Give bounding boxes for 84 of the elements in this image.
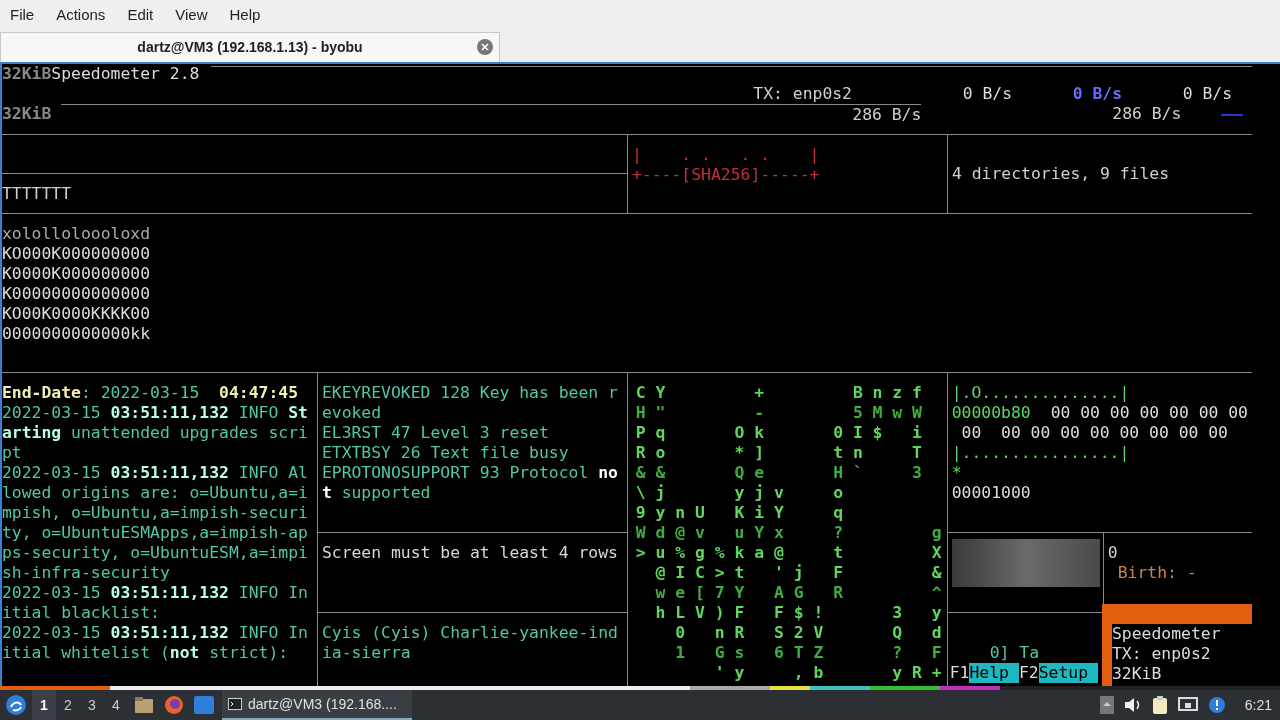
start-menu-icon[interactable] [4, 693, 28, 717]
rate-reading: 0 B/s [1181, 84, 1232, 104]
phonetic-spelling-text: Cyis (Cyis) Charlie-yankee-india-sierra [321, 623, 618, 662]
clipboard-icon[interactable] [1151, 695, 1168, 715]
current-rate: 286 B/s [1112, 104, 1182, 124]
tree-output-text: TTTTTTT [2, 184, 72, 203]
graph-scale-label: 32KiB [2, 64, 52, 84]
error-message: Screen must be at least 4 rows [321, 543, 618, 562]
menu-item[interactable]: Edit [127, 3, 154, 27]
menu-item[interactable]: File [10, 3, 35, 27]
ascii-art-line: xololloloooloxd [2, 224, 152, 244]
popup-line: 32KiB [1112, 664, 1163, 684]
function-key-action[interactable]: Help [969, 663, 1019, 683]
hexdump-bytes: 00 00 00 00 00 00 00 00 00 [960, 423, 1229, 443]
matrix-rain-row-text: 9 y n U K i Y q [635, 503, 844, 523]
menu-item[interactable]: View [175, 3, 208, 27]
matrix-rain-row-text: h L V ) F F $ ! 3 y [654, 603, 943, 623]
matrix-rain-row-text: @ I C > t ' j F & [654, 563, 943, 583]
popup-line: TX: enp0s2 [1112, 644, 1212, 664]
matrix-rain-row-text: & & Q e H ` 3 [635, 463, 923, 483]
errno-entry: ETXTBSY 26 Text file busy [321, 443, 570, 463]
hexdump-repeat-mark: * [951, 463, 963, 483]
rate-reading: 0 B/s [1071, 84, 1122, 104]
workspace-button[interactable]: 4 [104, 690, 128, 720]
upload-icon[interactable] [1099, 696, 1114, 714]
matrix-rain-row-text: \ j y j v o [635, 483, 844, 503]
hexdump-ascii: |................| [951, 443, 1131, 463]
matrix-rain-row-text: P q O k 0 I $ i [635, 423, 923, 443]
hexdump-bytes: 00 00 00 00 00 00 00 [1050, 403, 1248, 423]
matrix-rain-row-text: w e [ 7 Y A G R ^ [654, 583, 943, 603]
volume-icon[interactable] [1123, 697, 1142, 713]
birth-text: Birth: - [1116, 563, 1197, 583]
matrix-rain-row-text: C Y + B n z f [635, 383, 923, 403]
terminal-icon [228, 698, 242, 710]
ascii-art-line: 0000000000000kk [2, 324, 152, 344]
app-title: Speedometer 2.8 [51, 64, 200, 84]
workspace-button[interactable]: 3 [80, 690, 104, 720]
matrix-rain-row-text: W d @ v u Y x ? g [635, 523, 943, 543]
menu-item[interactable]: Help [229, 3, 261, 27]
errno-entry: EKEYREVOKED 128 Key has been revoked [321, 383, 619, 423]
log-entry: 2022-03-15 03:51:11,132 INFO Initial blacklist: [2, 583, 309, 623]
log-entry: End-Date: 2022-03-15 04:47:45 [2, 383, 300, 403]
notification-icon[interactable] [1207, 696, 1226, 714]
ascii-art-line: KO00K0000KKKK00 [2, 304, 152, 324]
matrix-rain-row-text: R o * ] t n T [635, 443, 923, 463]
matrix-rain-row-text: > u % g % k a @ t X [635, 543, 943, 563]
ascii-art-line: KO000K000000000 [2, 244, 152, 264]
function-key-label: F1 [949, 663, 970, 683]
hexdump-offset: 00001000 [951, 483, 1032, 503]
matrix-rain-row-text: H " - 5 M w W [635, 403, 923, 423]
terminal-tab[interactable]: dartz@VM3 (192.168.1.13) - byobu [0, 32, 500, 62]
menu-item[interactable]: Actions [56, 3, 106, 27]
log-entry: 2022-03-15 03:51:11,132 INFO Allowed origins are: o=Ubuntu,a=impish, o=Ubuntu,a=impish-security, o=UbuntuESMApps,a=impish-apps-security, o=UbuntuESM,a=impish-infra-security [2, 463, 309, 583]
interface-label: TX: enp0s2 [753, 84, 852, 104]
workspace-button[interactable]: 2 [56, 690, 80, 720]
fingerprint-art-line: +----[SHA256]-----+ [632, 165, 821, 185]
clock[interactable]: 6:21 [1244, 694, 1272, 716]
matrix-rain-row-text: 0 n R S 2 V Q d [674, 623, 943, 643]
ascii-art-line: K00000000000000 [2, 284, 152, 304]
directory-summary-text: 4 directories, 9 files [952, 164, 1170, 183]
file-size-text: 0 [1107, 543, 1119, 563]
errno-entry: EL3RST 47 Level 3 reset [321, 423, 550, 443]
matrix-rain-row-text: ' y , b y R + [713, 663, 943, 683]
log-entry: 2022-03-15 03:51:11,132 INFO Starting unattended upgrades script [2, 403, 309, 463]
matrix-rain-row-text: 1 G s 6 T Z ? F [674, 643, 943, 663]
log-entry: 2022-03-15 03:51:11,132 INFO Initial whitelist (not strict): [2, 623, 309, 663]
rate-reading: 0 B/s [961, 84, 1012, 104]
browser-icon[interactable] [164, 695, 184, 715]
hexdump-offset: 00000b80 [951, 403, 1031, 423]
fingerprint-art-line: | . . . . | [632, 145, 821, 165]
workspace-button[interactable]: 1 [32, 690, 56, 720]
close-icon[interactable] [477, 39, 493, 55]
folder-icon[interactable] [134, 696, 154, 714]
network-icon[interactable] [1177, 697, 1198, 713]
graph-scale-label: 32KiB [2, 104, 52, 124]
ascii-art-line: K0000K000000000 [2, 264, 152, 284]
function-key-label: F2 [1018, 663, 1039, 683]
taskbar-task[interactable]: dartz@VM3 (192.168.... [222, 690, 412, 720]
prompt-fragment: 0] Ta [988, 643, 1039, 663]
errno-entry: EPROTONOSUPPORT 93 Protocol not supported [321, 463, 619, 503]
hexdump-ascii: |.O..............| [951, 383, 1131, 403]
current-rate: 286 B/s [852, 105, 922, 125]
popup-line: Speedometer [1112, 624, 1222, 644]
function-key-action[interactable]: Setup [1038, 663, 1098, 683]
